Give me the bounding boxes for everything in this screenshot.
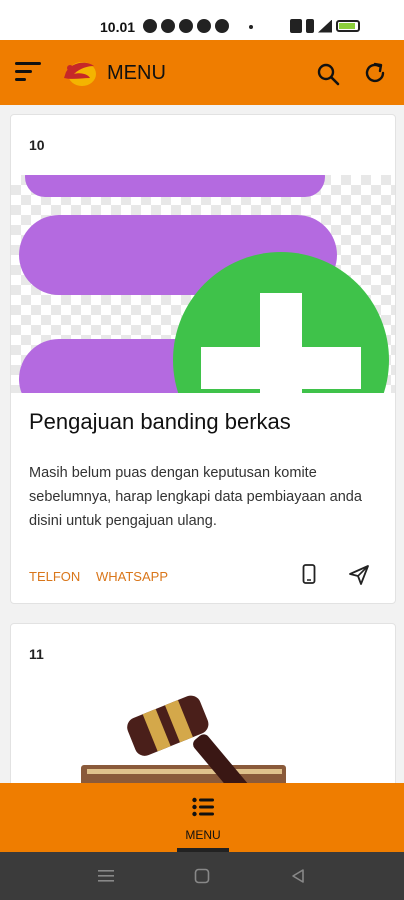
search-icon[interactable] <box>316 62 340 86</box>
list-item-card[interactable]: 10 Pengajuan banding berkas Masih belum … <box>10 114 396 604</box>
menu-button[interactable] <box>15 62 41 82</box>
content-list[interactable]: 10 Pengajuan banding berkas Masih belum … <box>0 105 404 783</box>
card-number: 11 <box>29 646 44 662</box>
nav-menu-tab[interactable]: MENU <box>177 793 229 852</box>
menu-icon <box>15 62 41 65</box>
status-time: 10.01 <box>100 19 136 35</box>
telegram-icon <box>161 19 175 33</box>
battery-icon <box>336 20 360 32</box>
app-bar: MENU <box>0 40 404 105</box>
pinterest-icon <box>179 19 193 33</box>
logo-icon <box>64 62 96 86</box>
vibrate-icon <box>306 19 314 33</box>
list-menu-icon <box>192 797 214 817</box>
whatsapp-button[interactable]: WHATSAPP <box>96 569 168 584</box>
app-notification-icon <box>215 19 229 33</box>
database-add-icon <box>19 175 389 393</box>
system-status-icons <box>290 19 360 33</box>
app-title: MENU <box>107 62 166 84</box>
more-notifications-icon <box>249 25 253 29</box>
status-bar: 10.01 <box>0 0 404 40</box>
notification-icons <box>143 19 229 33</box>
home-icon[interactable] <box>194 868 210 884</box>
whatsapp-icon <box>143 19 157 33</box>
send-icon[interactable] <box>348 564 370 586</box>
back-icon[interactable] <box>290 868 306 884</box>
nav-menu-label: MENU <box>185 828 221 842</box>
phone-icon[interactable] <box>302 564 316 584</box>
refresh-icon[interactable] <box>362 60 388 86</box>
youtube-icon <box>197 19 211 33</box>
bottom-nav: MENU <box>0 783 404 852</box>
card-image <box>11 175 395 393</box>
list-item-card[interactable]: 11 <box>10 623 396 783</box>
signal-icon <box>318 19 332 33</box>
battery-level <box>339 23 356 29</box>
card-title: Pengajuan banding berkas <box>29 409 291 434</box>
recent-apps-icon[interactable] <box>97 868 115 884</box>
card-actions: TELFON WHATSAPP <box>11 560 395 590</box>
card-description: Masih belum puas dengan keputusan komite… <box>29 465 362 529</box>
system-nav-bar <box>0 852 404 900</box>
hotspot-icon <box>290 19 302 33</box>
telfon-button[interactable]: TELFON <box>29 569 80 584</box>
gavel-icon <box>81 695 286 783</box>
card-number: 10 <box>29 137 45 153</box>
